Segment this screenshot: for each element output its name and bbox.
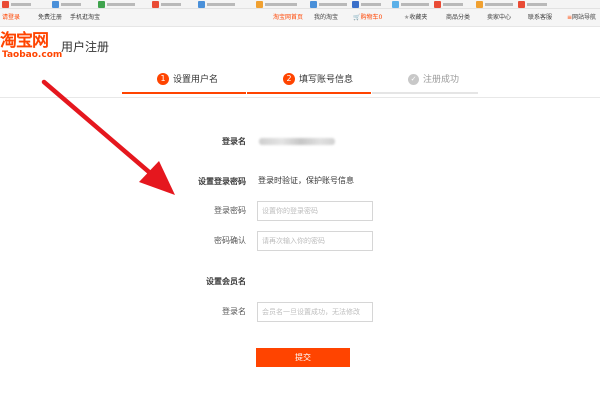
password-label: 登录密码: [214, 206, 246, 215]
sitemap-link[interactable]: ≡网站导航: [567, 9, 596, 26]
step-label: 注册成功: [423, 75, 460, 85]
password-section-label: 设置登录密码: [198, 177, 246, 186]
categories-link[interactable]: 商品分类: [446, 9, 470, 26]
taobao-logo[interactable]: 淘宝网 Taobao.com: [0, 31, 62, 62]
step-register-success: ✓ 注册成功: [408, 72, 459, 88]
mobile-link[interactable]: 手机逛淘宝: [70, 9, 100, 26]
step-fill-account-info: 2 填写账号信息: [283, 72, 353, 88]
logo-english: Taobao.com: [2, 50, 63, 60]
login-name-value-blurred: [259, 138, 335, 145]
cart-link[interactable]: 🛒购物车0: [353, 9, 382, 26]
site-top-nav: 请登录 免费注册 手机逛淘宝 淘宝网首页 我的淘宝 🛒购物车0 ★收藏夹 商品分…: [0, 9, 600, 27]
seller-center-link[interactable]: 卖家中心: [487, 9, 511, 26]
password-hint: 登录时验证，保护账号信息: [258, 176, 354, 185]
member-name-input[interactable]: [257, 302, 373, 322]
login-name-label: 登录名: [222, 137, 246, 146]
bookmarks-bar: [0, 0, 600, 9]
home-link[interactable]: 淘宝网首页: [273, 9, 303, 26]
logo-chinese: 淘宝网: [0, 31, 49, 51]
step-label: 设置用户名: [173, 75, 219, 85]
member-name-label: 登录名: [222, 307, 246, 316]
check-icon: ✓: [408, 74, 419, 85]
favorites-link[interactable]: ★收藏夹: [404, 9, 427, 26]
step-progress-current: [247, 92, 371, 94]
confirm-password-input[interactable]: [257, 231, 373, 251]
step-set-username: 1 设置用户名: [157, 72, 218, 88]
password-input[interactable]: [257, 201, 373, 221]
step-number: 2: [283, 73, 295, 85]
register-link[interactable]: 免费注册: [38, 9, 62, 26]
step-progress-done: [122, 92, 246, 94]
submit-button[interactable]: 提交: [256, 348, 350, 367]
login-link[interactable]: 请登录: [2, 9, 20, 26]
service-link[interactable]: 联系客服: [528, 9, 552, 26]
step-progress-pending: [372, 92, 478, 94]
annotation-arrow-icon: [41, 79, 175, 195]
registration-steps: 1 设置用户名 2 填写账号信息 ✓ 注册成功: [0, 66, 600, 98]
confirm-password-label: 密码确认: [214, 236, 246, 245]
my-taobao-link[interactable]: 我的淘宝: [314, 9, 338, 26]
page-title: 用户注册: [61, 40, 110, 54]
step-number: 1: [157, 73, 169, 85]
step-label: 填写账号信息: [299, 75, 354, 85]
member-section-label: 设置会员名: [206, 277, 246, 286]
